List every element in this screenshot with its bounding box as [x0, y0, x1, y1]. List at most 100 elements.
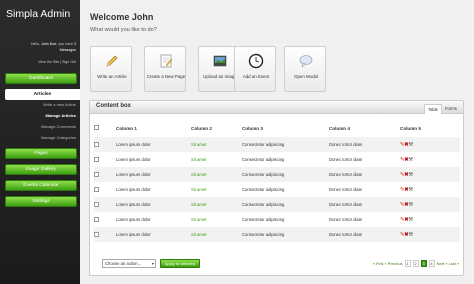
row-checkbox[interactable]: [94, 171, 99, 177]
row-checkbox[interactable]: [94, 231, 99, 237]
cell-col3: Consectetur adipiscing: [242, 187, 285, 192]
nav-articles[interactable]: Articles: [5, 89, 80, 100]
edit-meta-icon[interactable]: ⚒: [408, 202, 413, 208]
table-row: Lorem ipsum dolor Sit amet Consectetur adi…: [94, 167, 460, 182]
sub-write-article[interactable]: Write a new Article: [43, 102, 76, 107]
table-row: Lorem ipsum dolor Sit amet Consectetur adi…: [94, 137, 460, 152]
messages-link[interactable]: Messages: [60, 48, 76, 52]
cell-col2-link[interactable]: Sit amet: [191, 152, 242, 167]
cell-col4: Donec tortor diam: [329, 167, 400, 182]
cell-col4: Donec tortor diam: [329, 197, 400, 212]
shortcut-add-event[interactable]: Add an Event: [234, 46, 276, 92]
speech-bubble-icon: [299, 55, 313, 68]
table-body: Lorem ipsum dolor Sit amet Consectetur adi…: [94, 137, 460, 242]
cell-col4: Donec tortor diam: [329, 187, 363, 192]
tab-forms[interactable]: Forms: [442, 104, 460, 114]
shortcut-open-modal[interactable]: Open Modal: [284, 46, 326, 92]
cell-col2-link[interactable]: Sit amet: [191, 227, 242, 242]
main-content: Welcome John What would you like to do? …: [80, 0, 474, 284]
sub-manage-articles[interactable]: Manage Articles: [45, 113, 76, 118]
site-links: View the Site | Sign Out: [38, 60, 76, 64]
page-number-link[interactable]: 3: [420, 260, 427, 267]
row-actions: ✎✖⚒: [400, 227, 460, 242]
page-numbers: 1234: [404, 260, 436, 267]
cell-col3: Consectetur adipiscing: [242, 217, 285, 222]
row-checkbox[interactable]: [94, 216, 99, 222]
page-number-link[interactable]: 4: [428, 260, 435, 267]
edit-meta-icon[interactable]: ⚒: [408, 157, 413, 163]
cell-col1: Lorem ipsum dolor: [116, 197, 191, 212]
next-page-link[interactable]: Next »: [437, 262, 448, 266]
page-subtitle: What would you like to do?: [90, 27, 157, 33]
edit-meta-icon[interactable]: ⚒: [408, 142, 413, 148]
tab-table[interactable]: Table: [424, 104, 443, 114]
cell-col1: Lorem ipsum dolor: [116, 227, 191, 242]
table-row: Lorem ipsum dolor Sit amet Consectetur adi…: [94, 227, 460, 242]
bulk-action-select[interactable]: Choose an action... ▾: [102, 259, 156, 268]
page-number-link[interactable]: 2: [412, 260, 419, 267]
cell-col4: Donec tortor diam: [329, 217, 363, 222]
row-checkbox[interactable]: [94, 156, 99, 162]
shortcut-create-page[interactable]: Create a New Page: [144, 46, 186, 92]
sub-manage-comments[interactable]: Manage Comments: [41, 124, 76, 129]
shortcut-write-article[interactable]: Write an Article: [90, 46, 132, 92]
image-icon: [213, 55, 227, 67]
select-all-checkbox[interactable]: [94, 125, 99, 130]
nav-settings[interactable]: Settings: [5, 196, 77, 207]
edit-meta-icon[interactable]: ⚒: [408, 187, 413, 193]
new-page-icon: [160, 54, 173, 68]
cell-col2-link[interactable]: Sit amet: [191, 197, 242, 212]
cell-col2-link[interactable]: Sit amet: [191, 182, 242, 197]
cell-col1: Lorem ipsum dolor: [116, 157, 151, 162]
edit-meta-icon[interactable]: ⚒: [408, 232, 413, 238]
last-page-link[interactable]: Last »: [449, 262, 459, 266]
sub-manage-categories[interactable]: Manage Categories: [41, 135, 76, 140]
cell-col2-link[interactable]: Sit amet: [191, 212, 242, 227]
prev-page-link[interactable]: « Previous: [385, 262, 403, 266]
column-header[interactable]: Column 1: [116, 119, 191, 137]
page-number-link[interactable]: 1: [404, 260, 411, 267]
cell-col4: Donec tortor diam: [329, 227, 400, 242]
row-actions: ✎✖⚒: [400, 197, 460, 212]
nav-dashboard[interactable]: Dashboard: [5, 73, 77, 84]
column-header[interactable]: Column 4: [329, 119, 400, 137]
table-row: Lorem ipsum dolor Sit amet Consectetur adi…: [94, 212, 460, 227]
messages-count-link[interactable]: 3: [74, 42, 76, 46]
apply-to-selected-button[interactable]: Apply to selected: [160, 259, 200, 268]
edit-meta-icon[interactable]: ⚒: [408, 217, 413, 223]
nav-image-gallery[interactable]: Image Gallery: [5, 164, 77, 175]
row-actions: ✎✖⚒: [400, 152, 460, 167]
sidebar: Simpla Admin Hello, John Doe, you have 3…: [0, 0, 80, 284]
pencil-icon: [106, 55, 118, 67]
nav-events-calendar[interactable]: Events Calendar: [5, 180, 77, 191]
user-info: Hello, John Doe, you have 3 Messages: [30, 42, 76, 52]
content-box-title: Content box: [96, 103, 131, 109]
row-checkbox[interactable]: [94, 141, 99, 147]
sign-out-link[interactable]: Sign Out: [62, 60, 76, 64]
page-title: Welcome John: [90, 12, 154, 22]
cell-col1: Lorem ipsum dolor: [116, 167, 191, 182]
cell-col1: Lorem ipsum dolor: [116, 217, 151, 222]
cell-col2-link[interactable]: Sit amet: [191, 167, 242, 182]
content-box-header: Content box Table Forms: [90, 101, 463, 114]
cell-col2-link[interactable]: Sit amet: [191, 137, 242, 152]
profile-link[interactable]: John Doe: [41, 42, 56, 46]
cell-col3: Consectetur adipiscing: [242, 197, 329, 212]
table-row: Lorem ipsum dolor Sit amet Consectetur adi…: [94, 197, 460, 212]
first-page-link[interactable]: « First: [373, 262, 384, 266]
cell-col4: Donec tortor diam: [329, 157, 363, 162]
row-checkbox[interactable]: [94, 186, 99, 192]
cell-col3: Consectetur adipiscing: [242, 137, 329, 152]
chevron-down-icon: ▾: [151, 261, 154, 266]
row-checkbox[interactable]: [94, 201, 99, 207]
column-header[interactable]: Column 3: [242, 119, 329, 137]
edit-meta-icon[interactable]: ⚒: [408, 172, 413, 178]
content-box: Content box Table Forms Column 1 Column …: [89, 100, 464, 276]
column-header[interactable]: Column 2: [191, 119, 242, 137]
view-site-link[interactable]: View the Site: [38, 60, 59, 64]
nav-pages[interactable]: Pages: [5, 148, 77, 159]
cell-col3: Consectetur adipiscing: [242, 157, 285, 162]
cell-col3: Consectetur adipiscing: [242, 167, 329, 182]
column-header[interactable]: Column 5: [400, 119, 460, 137]
cell-col1: Lorem ipsum dolor: [116, 137, 191, 152]
